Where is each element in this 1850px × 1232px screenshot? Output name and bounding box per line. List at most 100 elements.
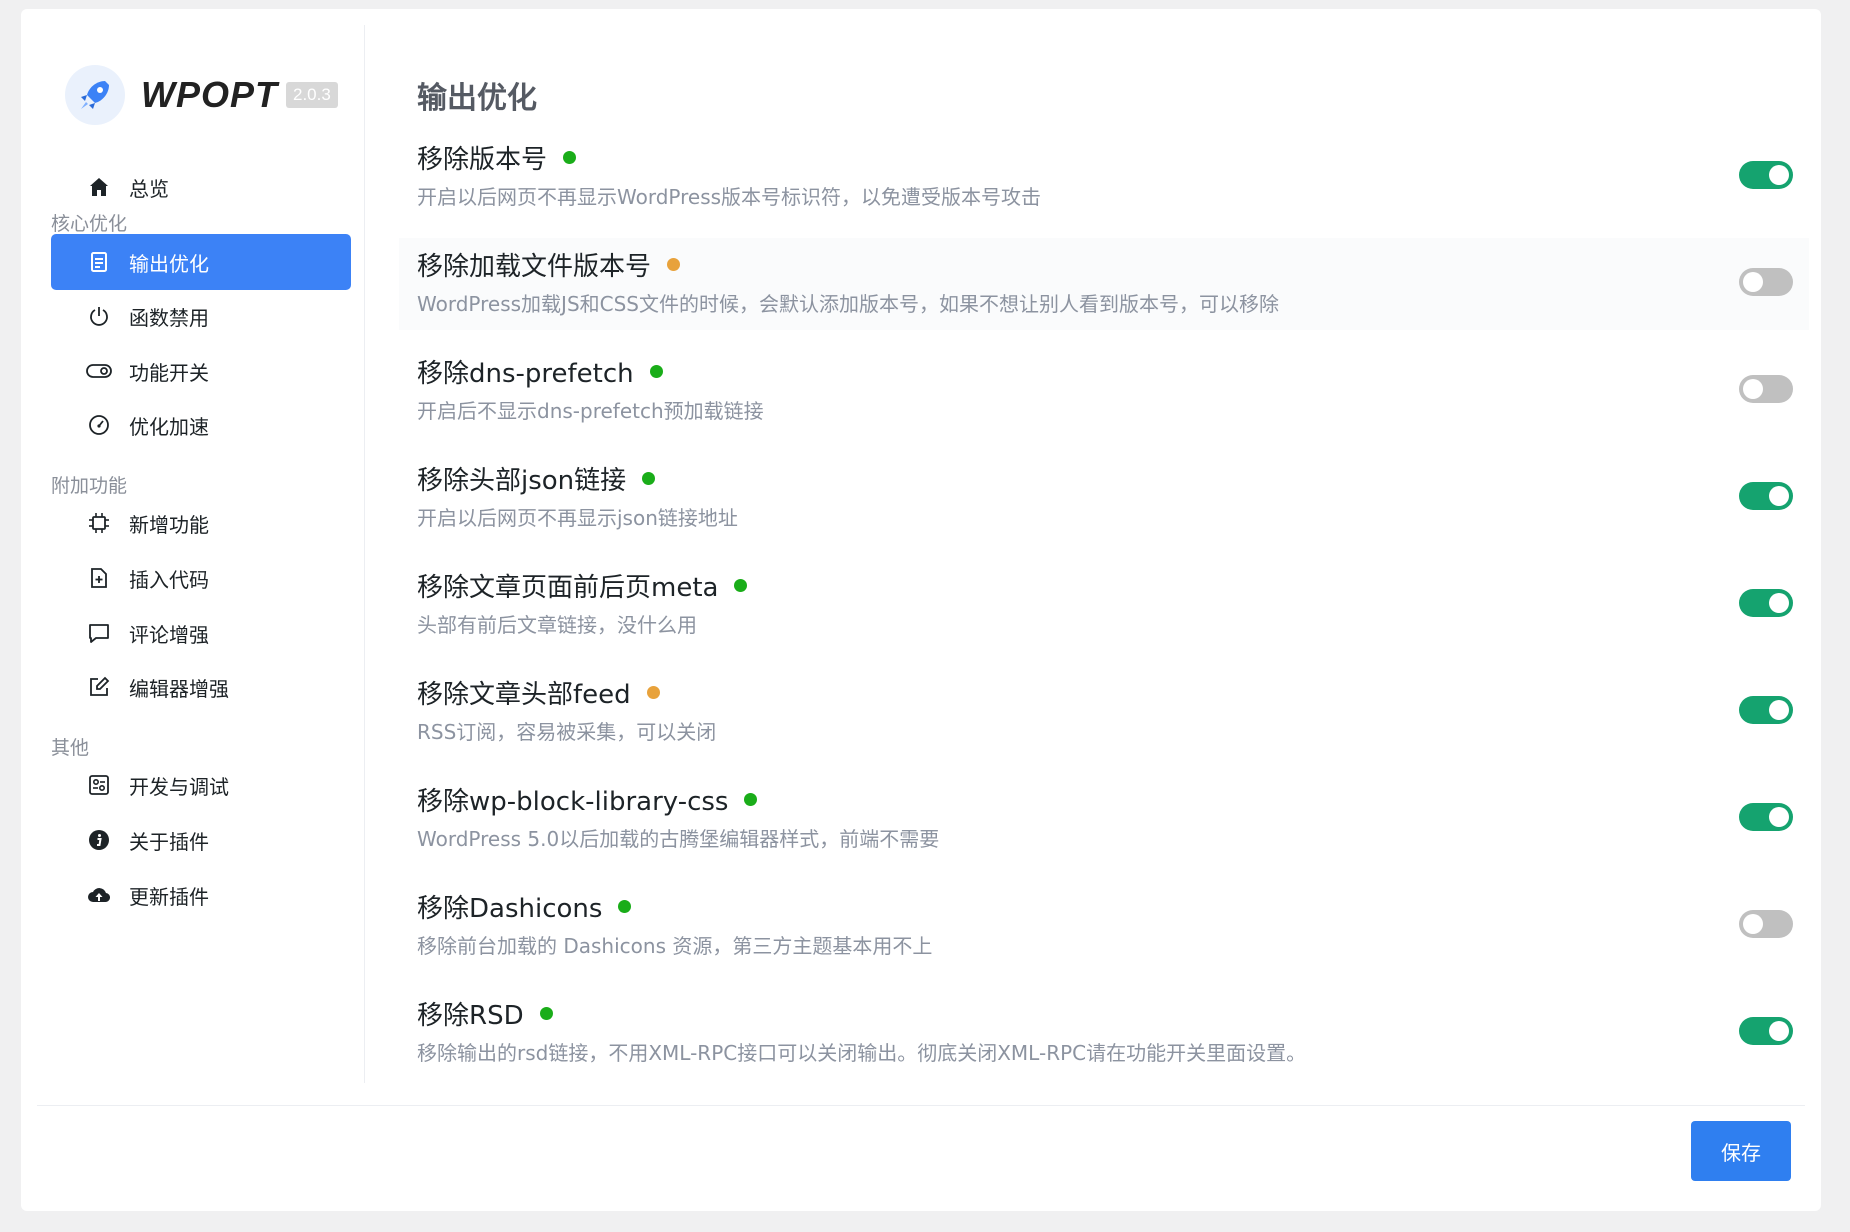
sidebar-item-feature-switch[interactable]: 功能开关 xyxy=(51,343,351,399)
status-dot xyxy=(642,472,656,485)
status-dot xyxy=(646,686,660,699)
sidebar-item-label: 编辑器增强 xyxy=(129,676,229,701)
option-title-text: 移除版本号 xyxy=(417,145,548,175)
sidebar-item-label: 关于插件 xyxy=(129,829,209,854)
sidebar-item-overview[interactable]: 总览 xyxy=(51,159,351,215)
sidebar-item-update[interactable]: 更新插件 xyxy=(51,867,351,923)
sidebar-item-editor-enhance[interactable]: 编辑器增强 xyxy=(51,659,351,715)
status-dot xyxy=(667,258,681,271)
option-description: 头部有前后文章链接，没什么用 xyxy=(417,613,697,637)
option-description: 移除前台加载的 Dashicons 资源，第三方主题基本用不上 xyxy=(417,934,933,958)
sidebar-item-insert-code[interactable]: 插入代码 xyxy=(51,550,351,606)
toggle-knob xyxy=(1743,379,1763,399)
option-toggle[interactable] xyxy=(1739,1017,1793,1045)
option-toggle[interactable] xyxy=(1739,589,1793,617)
cloud-upload-icon xyxy=(85,881,113,909)
sidebar-item-label: 总览 xyxy=(129,176,169,201)
sidebar-item-comment-enhance[interactable]: 评论增强 xyxy=(51,605,351,661)
option-row: 移除dns-prefetch 开启后不显示dns-prefetch预加载链接 xyxy=(399,345,1809,437)
main-content: 输出优化 移除版本号 开启以后网页不再显示WordPress版本号标识符，以免遭… xyxy=(395,25,1815,1083)
option-title: 移除dns-prefetch xyxy=(417,353,663,390)
status-dot xyxy=(734,579,748,592)
option-title: 移除加载文件版本号 xyxy=(417,246,681,283)
document-icon xyxy=(85,248,113,276)
option-description: WordPress加载JS和CSS文件的时候，会默认添加版本号，如果不想让别人看… xyxy=(417,292,1279,316)
sidebar-item-label: 输出优化 xyxy=(129,251,209,276)
option-description: 开启以后网页不再显示WordPress版本号标识符，以免遭受版本号攻击 xyxy=(417,185,1042,209)
brand: WPOPT 2.0.3 xyxy=(65,65,338,125)
toggle-knob xyxy=(1769,700,1789,720)
option-title-text: 移除Dashicons xyxy=(417,894,603,924)
nav-group-extra: 附加功能 xyxy=(51,475,128,497)
option-title: 移除文章头部feed xyxy=(417,674,660,711)
sidebar-item-label: 函数禁用 xyxy=(129,305,209,330)
sidebar-item-label: 更新插件 xyxy=(129,884,209,909)
option-row: 移除wp-block-library-css WordPress 5.0以后加载… xyxy=(399,773,1809,865)
option-row: 移除头部json链接 开启以后网页不再显示json链接地址 xyxy=(399,452,1809,544)
option-title-text: 移除wp-block-library-css xyxy=(417,787,729,817)
option-title-text: 移除dns-prefetch xyxy=(417,359,634,389)
toggle-knob xyxy=(1743,914,1763,934)
option-row: 移除版本号 开启以后网页不再显示WordPress版本号标识符，以免遭受版本号攻… xyxy=(399,131,1809,223)
toggle-icon xyxy=(85,357,113,385)
option-toggle[interactable] xyxy=(1739,482,1793,510)
chip-icon xyxy=(85,509,113,537)
option-title: 移除版本号 xyxy=(417,139,577,176)
sidebar-item-label: 优化加速 xyxy=(129,414,209,439)
toggle-knob xyxy=(1769,1021,1789,1041)
sidebar-item-label: 插入代码 xyxy=(129,567,209,592)
toggle-knob xyxy=(1769,807,1789,827)
version-badge: 2.0.3 xyxy=(286,82,338,108)
option-toggle[interactable] xyxy=(1739,161,1793,189)
status-dot xyxy=(563,151,577,164)
nav-group-other: 其他 xyxy=(51,737,90,759)
option-title: 移除RSD xyxy=(417,995,553,1032)
sidebar-item-function-disable[interactable]: 函数禁用 xyxy=(51,288,351,344)
settings-panel: WPOPT 2.0.3 总览 核心优化 输出优化 函数禁用 功能开关 优化加速 … xyxy=(21,9,1821,1211)
comment-icon xyxy=(85,619,113,647)
sidebar-item-label: 功能开关 xyxy=(129,360,209,385)
nav-group-core: 核心优化 xyxy=(51,213,128,235)
settings-panel-icon xyxy=(85,771,113,799)
page-title: 输出优化 xyxy=(417,81,537,116)
save-button[interactable]: 保存 xyxy=(1691,1121,1791,1181)
option-toggle[interactable] xyxy=(1739,910,1793,938)
sidebar-item-speed-up[interactable]: 优化加速 xyxy=(51,397,351,453)
option-row: 移除Dashicons 移除前台加载的 Dashicons 资源，第三方主题基本… xyxy=(399,880,1809,972)
option-toggle[interactable] xyxy=(1739,696,1793,724)
option-row: 移除文章头部feed RSS订阅，容易被采集，可以关闭 xyxy=(399,666,1809,758)
sidebar-item-new-features[interactable]: 新增功能 xyxy=(51,495,351,551)
option-title-text: 移除头部json链接 xyxy=(417,466,627,496)
status-dot xyxy=(744,793,758,806)
gauge-icon xyxy=(85,411,113,439)
toggle-knob xyxy=(1743,272,1763,292)
option-title: 移除Dashicons xyxy=(417,888,632,925)
footer-divider xyxy=(37,1105,1805,1106)
sidebar-item-label: 开发与调试 xyxy=(129,774,229,799)
sidebar-item-label: 新增功能 xyxy=(129,512,209,537)
sidebar-item-about[interactable]: 关于插件 xyxy=(51,812,351,868)
home-icon xyxy=(85,173,113,201)
option-description: RSS订阅，容易被采集，可以关闭 xyxy=(417,720,717,744)
toggle-knob xyxy=(1769,593,1789,613)
status-dot xyxy=(618,900,632,913)
option-description: 开启后不显示dns-prefetch预加载链接 xyxy=(417,399,764,423)
option-toggle[interactable] xyxy=(1739,803,1793,831)
option-row: 移除RSD 移除输出的rsd链接，不用XML-RPC接口可以关闭输出。彻底关闭X… xyxy=(399,987,1809,1079)
option-toggle[interactable] xyxy=(1739,268,1793,296)
toggle-knob xyxy=(1769,165,1789,185)
sidebar-item-dev-debug[interactable]: 开发与调试 xyxy=(51,757,351,813)
rocket-icon xyxy=(65,65,125,125)
file-plus-icon xyxy=(85,564,113,592)
option-title-text: 移除加载文件版本号 xyxy=(417,252,652,282)
option-row: 移除文章页面前后页meta 头部有前后文章链接，没什么用 xyxy=(399,559,1809,651)
sidebar-item-label: 评论增强 xyxy=(129,622,209,647)
option-row: 移除加载文件版本号 WordPress加载JS和CSS文件的时候，会默认添加版本… xyxy=(399,238,1809,330)
toggle-knob xyxy=(1769,486,1789,506)
option-title-text: 移除文章头部feed xyxy=(417,680,631,710)
option-toggle[interactable] xyxy=(1739,375,1793,403)
option-description: 开启以后网页不再显示json链接地址 xyxy=(417,506,738,530)
option-title-text: 移除文章页面前后页meta xyxy=(417,573,719,603)
sidebar-item-output-optimize[interactable]: 输出优化 xyxy=(51,234,351,290)
option-title: 移除wp-block-library-css xyxy=(417,781,758,818)
